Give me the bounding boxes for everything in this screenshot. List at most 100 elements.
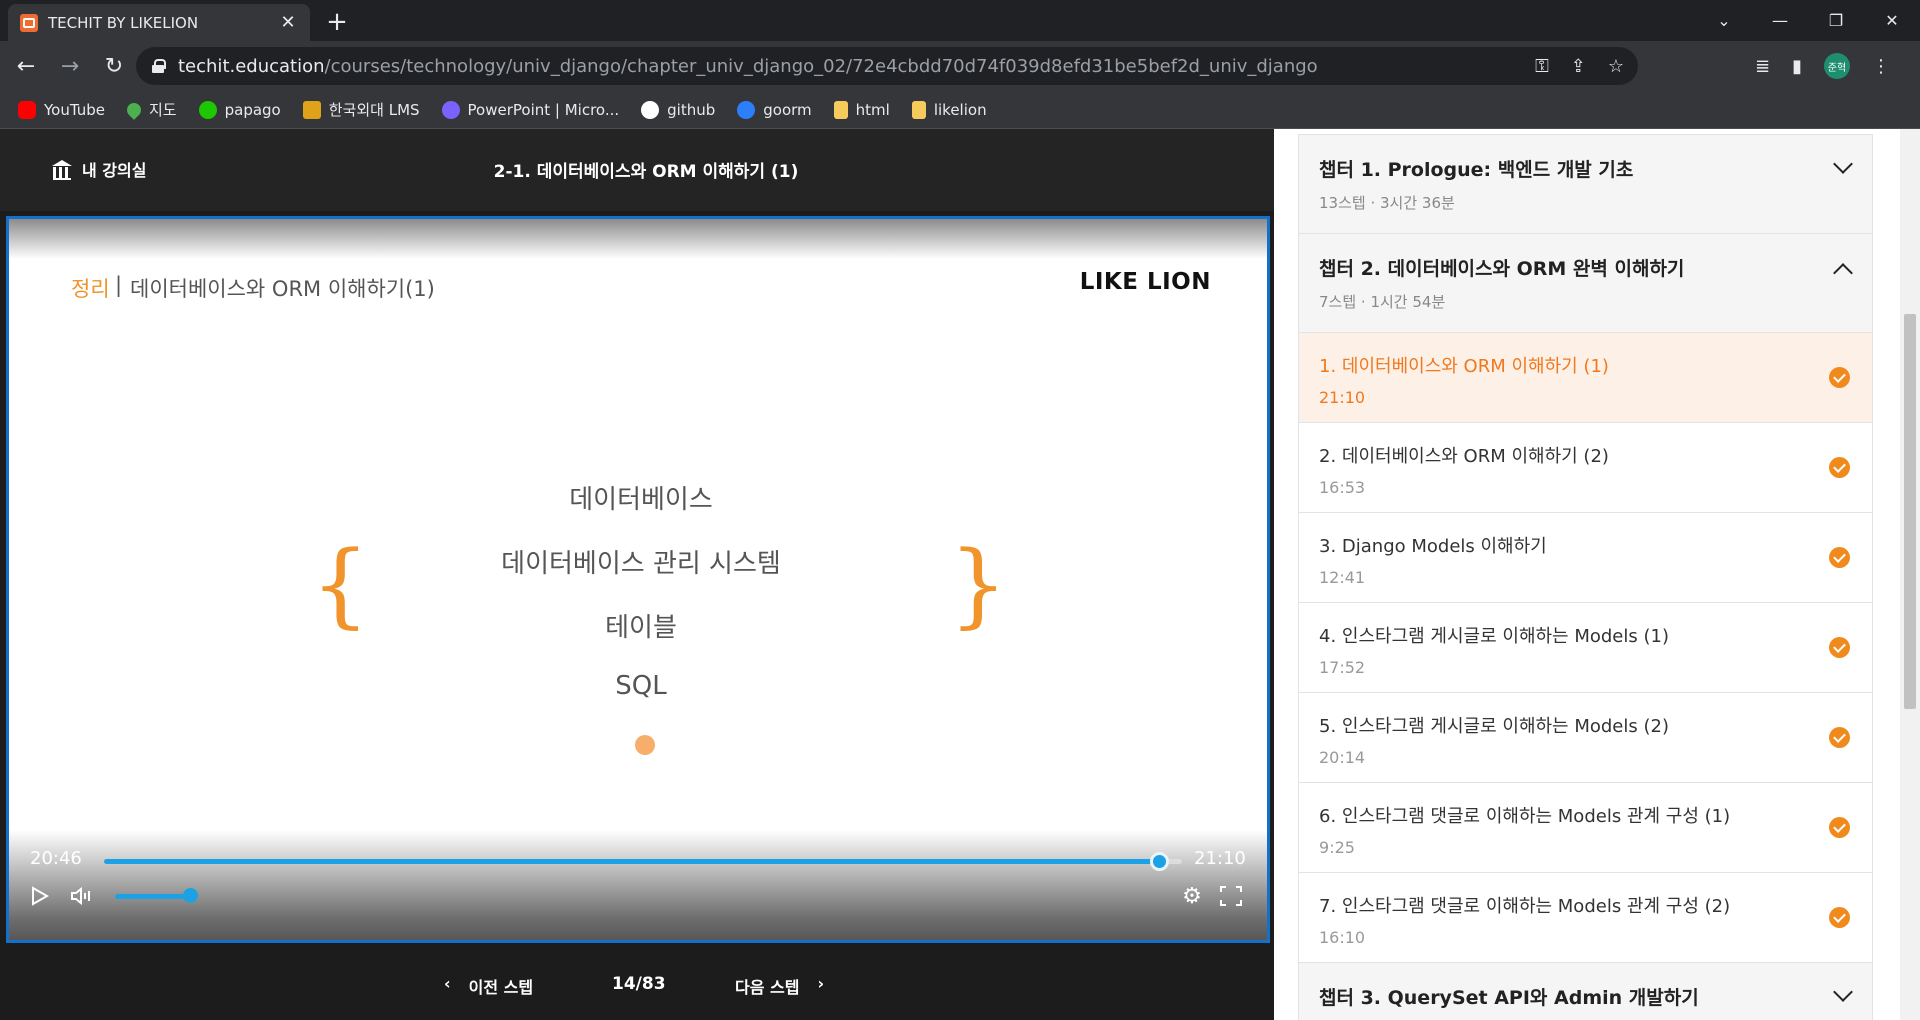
check-circle-icon [1829,367,1850,388]
bookmark-label: PowerPoint | Micro... [467,100,620,119]
chapter-title: 챕터 1. Prologue: 백엔드 개발 기초 [1319,159,1634,181]
step-item[interactable]: 5. 인스타그램 게시글로 이해하는 Models (2) 20:14 [1299,693,1872,783]
bookmark-github[interactable]: github [641,100,715,119]
browser-tab[interactable]: TECHIT BY LIKELION ✕ [8,4,310,41]
settings-gear-icon[interactable]: ⚙ [1177,881,1207,911]
step-counter: 14/83 [612,974,666,994]
video-player[interactable]: 정리 | 데이터베이스와 ORM 이해하기(1) LIKE LION { } 데… [6,216,1270,943]
toolbar: ← → ↻ techit.education/courses/technolog… [0,41,1920,91]
chapter-3-header[interactable]: 챕터 3. QuerySet API와 Admin 개발하기 [1299,963,1872,1020]
curriculum-sidebar: 챕터 1. Prologue: 백엔드 개발 기초 13스텝 · 3시간 36분… [1274,129,1900,1020]
folder-icon [833,100,848,119]
step-title: 1. 데이터베이스와 ORM 이해하기 (1) [1319,356,1609,377]
tab-search-icon[interactable]: ⌄ [1696,0,1752,41]
step-item[interactable]: 2. 데이터베이스와 ORM 이해하기 (2) 16:53 [1299,423,1872,513]
bookmark-maps[interactable]: 지도 [124,99,177,120]
hand-icon [302,100,321,119]
chevron-right-icon: › [817,974,825,993]
minimize-button[interactable]: — [1752,0,1808,41]
step-item-active[interactable]: 1. 데이터베이스와 ORM 이해하기 (1) 21:10 [1299,333,1872,423]
window-controls: ⌄ — ❐ ✕ [1696,0,1920,41]
slide-item: 데이터베이스 관리 시스템 [501,549,781,579]
lock-icon[interactable] [152,59,166,73]
share-icon[interactable]: ⇪ [1571,56,1586,77]
chapter-meta: 7스텝 · 1시간 54분 [1319,293,1446,311]
chapter-2-header[interactable]: 챕터 2. 데이터베이스와 ORM 완벽 이해하기 7스텝 · 1시간 54분 [1299,234,1872,333]
tab-strip: TECHIT BY LIKELION ✕ + ⌄ — ❐ ✕ [0,0,1920,41]
check-circle-icon [1829,817,1850,838]
techit-favicon-icon [20,13,38,32]
bookmark-label: 한국외대 LMS [328,101,420,119]
step-duration: 12:41 [1319,568,1366,587]
bookmark-folder-likelion[interactable]: likelion [911,100,987,119]
step-item[interactable]: 4. 인스타그램 게시글로 이해하는 Models (1) 17:52 [1299,603,1872,693]
check-circle-icon [1829,457,1850,478]
bookmark-label: likelion [933,100,987,119]
lesson-header: 내 강의실 2-1. 데이터베이스와 ORM 이해하기 (1) [0,129,1274,211]
bookmark-goorm[interactable]: goorm [737,100,812,119]
next-step-button[interactable]: 다음 스텝 › [735,974,824,998]
url-path: /courses/technology/univ_django/chapter_… [324,55,1318,77]
goorm-icon [737,100,756,119]
chapter-title: 챕터 2. 데이터베이스와 ORM 완벽 이해하기 [1319,258,1685,280]
step-duration: 20:14 [1319,748,1366,767]
step-item[interactable]: 6. 인스타그램 댓글로 이해하는 Models 관계 구성 (1) 9:25 [1299,783,1872,873]
forward-button[interactable]: → [52,48,88,84]
play-button[interactable] [25,881,55,911]
fullscreen-button[interactable] [1216,881,1246,911]
restore-button[interactable]: ❐ [1808,0,1864,41]
check-circle-icon [1829,907,1850,928]
close-tab-icon[interactable]: ✕ [278,12,298,33]
side-panel-icon[interactable]: ▮ [1792,56,1802,77]
bookmark-lms[interactable]: 한국외대 LMS [302,99,420,120]
slide-item: 테이블 [605,613,677,643]
bookmark-powerpoint[interactable]: PowerPoint | Micro... [441,100,620,119]
prev-step-label: 이전 스텝 [468,978,534,997]
key-icon[interactable]: ⚿ [1535,56,1549,77]
menu-kebab-icon[interactable]: ⋮ [1872,56,1890,77]
media-control-icon[interactable]: ≣ [1755,56,1770,77]
step-title: 5. 인스타그램 게시글로 이해하는 Models (2) [1319,716,1669,737]
profile-avatar[interactable]: 준혁 [1824,53,1850,79]
bookmark-youtube[interactable]: YouTube [18,100,105,119]
chapter-meta: 13스텝 · 3시간 36분 [1319,194,1455,212]
scrollbar-thumb[interactable] [1904,314,1916,709]
chapter-1-header[interactable]: 챕터 1. Prologue: 백엔드 개발 기초 13스텝 · 3시간 36분 [1299,135,1872,234]
volume-button[interactable] [67,881,97,911]
play-icon [32,886,49,906]
url-host: techit.education [178,55,325,77]
folder-icon [911,100,926,119]
current-time: 20:46 [30,848,82,869]
step-item[interactable]: 7. 인스타그램 댓글로 이해하는 Models 관계 구성 (2) 16:10 [1299,873,1872,963]
slide-subtitle: 데이터베이스와 ORM 이해하기(1) [130,277,435,301]
step-title: 4. 인스타그램 게시글로 이해하는 Models (1) [1319,626,1669,647]
bookmark-folder-html[interactable]: html [833,100,890,119]
bookmark-papago[interactable]: papago [198,100,281,119]
new-tab-button[interactable]: + [322,8,352,38]
speaker-icon [71,886,90,906]
video-top-gradient [9,219,1267,259]
bookmark-label: html [855,100,890,119]
slide-item: SQL [615,671,667,701]
step-item[interactable]: 3. Django Models 이해하기 12:41 [1299,513,1872,603]
slide-separator: | [115,273,123,297]
maps-pin-icon [124,99,144,120]
bookmark-label: YouTube [44,100,105,119]
check-circle-icon [1829,727,1850,748]
step-duration: 16:53 [1319,478,1366,497]
page-scrollbar[interactable] [1900,129,1920,1020]
curriculum-list: 챕터 1. Prologue: 백엔드 개발 기초 13스텝 · 3시간 36분… [1298,134,1873,1020]
tab-title: TECHIT BY LIKELION [48,13,199,32]
prev-step-button[interactable]: ‹ 이전 스텝 [444,974,533,998]
close-window-button[interactable]: ✕ [1864,0,1920,41]
reload-button[interactable]: ↻ [96,48,132,84]
papago-icon [198,100,217,119]
back-button[interactable]: ← [8,48,44,84]
address-bar[interactable]: techit.education/courses/technology/univ… [136,47,1638,85]
likelion-logo: LIKE LION [1079,269,1211,295]
seek-bar[interactable] [104,852,1182,871]
bookmark-star-icon[interactable]: ☆ [1608,56,1624,77]
seek-progress [104,859,1161,864]
slide-item: 데이터베이스 [569,485,713,515]
volume-handle[interactable] [183,888,198,903]
